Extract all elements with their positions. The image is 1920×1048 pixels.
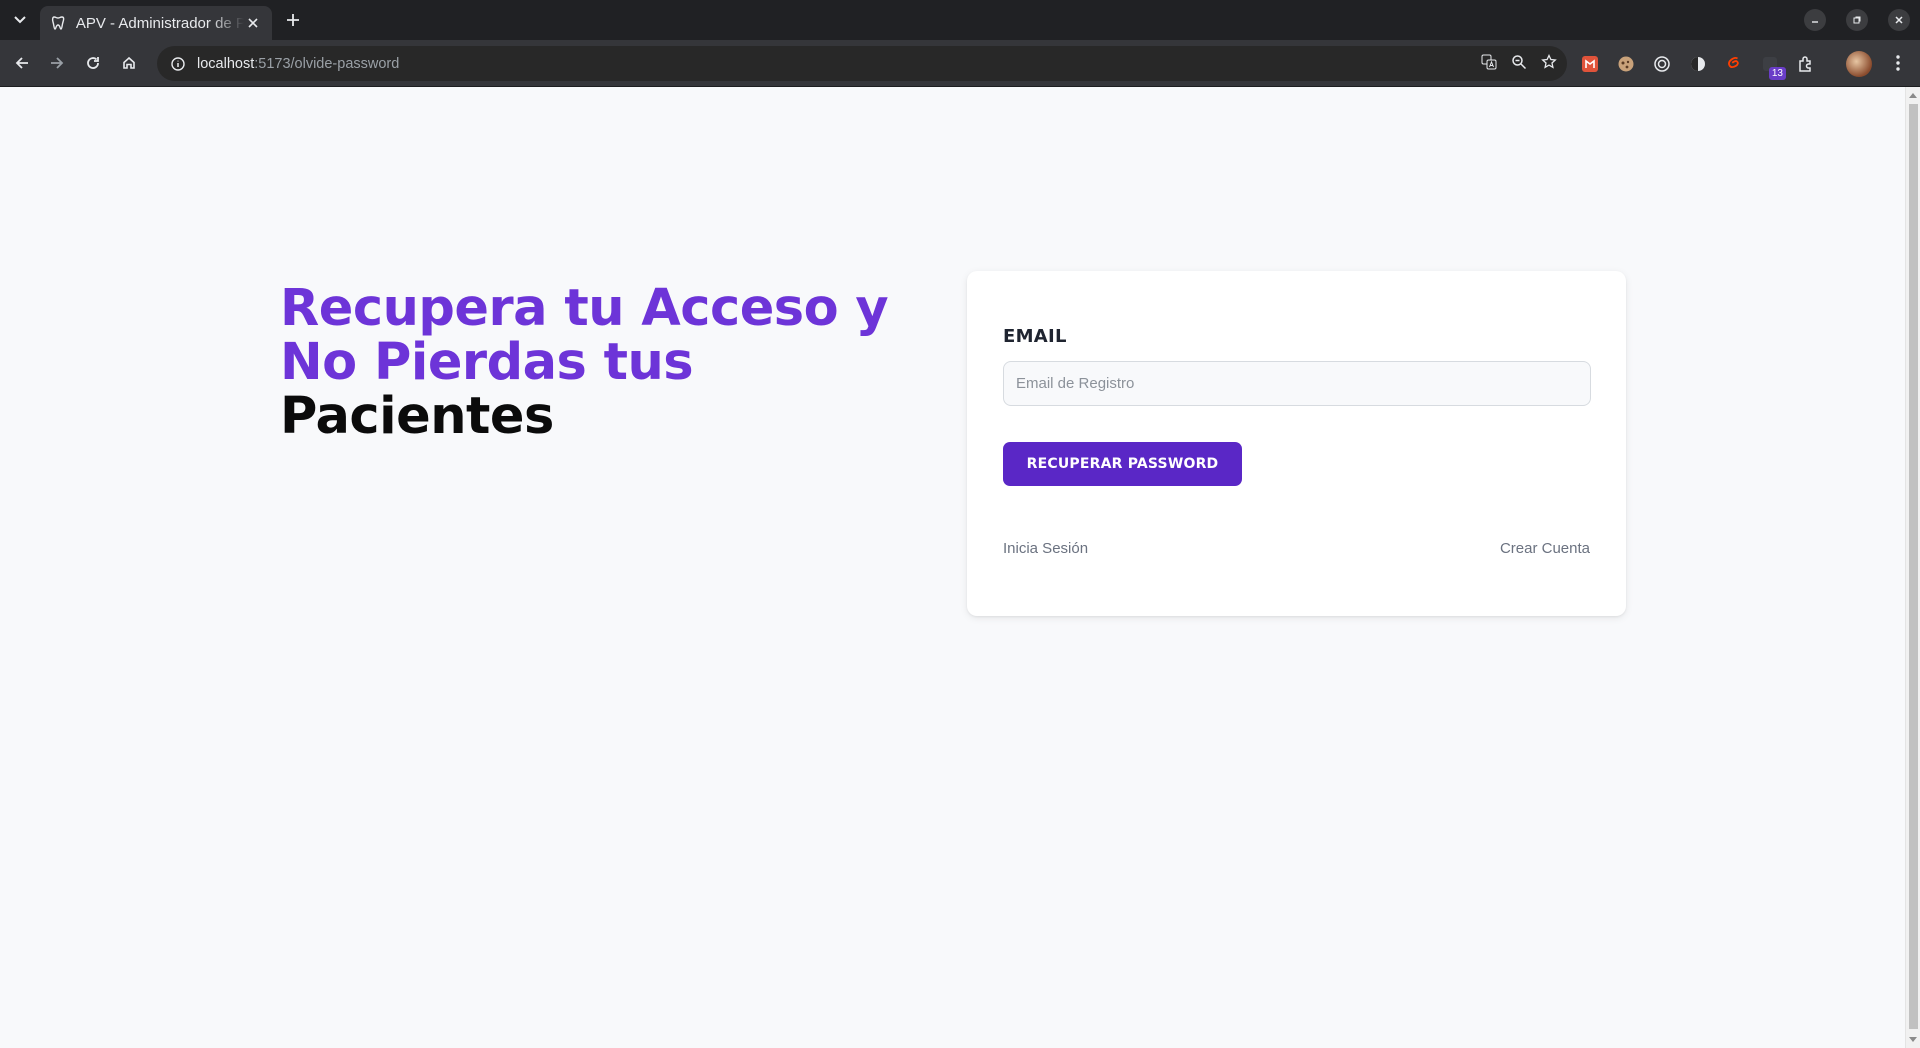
- recover-password-button[interactable]: RECUPERAR PASSWORD: [1003, 442, 1242, 486]
- back-arrow-icon[interactable]: [10, 51, 34, 75]
- minimize-icon[interactable]: [1804, 9, 1826, 31]
- close-window-icon[interactable]: [1888, 9, 1910, 31]
- extension-cookie-icon[interactable]: [1614, 52, 1638, 76]
- tab-search-chevron-icon[interactable]: [8, 8, 32, 32]
- tab-title: APV - Administrador de Pacientes: [75, 14, 245, 32]
- page-scrollbar[interactable]: [1905, 87, 1920, 1048]
- tooth-favicon-icon: [50, 15, 66, 31]
- browser-menu-icon[interactable]: [1886, 51, 1910, 75]
- browser-tabstrip: APV - Administrador de Pacientes: [0, 0, 1920, 40]
- email-input[interactable]: [1003, 361, 1591, 406]
- register-link[interactable]: Crear Cuenta: [1500, 540, 1590, 557]
- url-host: localhost: [197, 55, 255, 72]
- extension-badge-count: 13: [1768, 67, 1786, 80]
- browser-toolbar: localhost:5173/olvide-password 13: [0, 40, 1920, 87]
- browser-tab-active[interactable]: APV - Administrador de Pacientes: [40, 6, 272, 40]
- home-icon[interactable]: [117, 51, 141, 75]
- page-viewport: Recupera tu Acceso y No Pierdas tus Paci…: [0, 87, 1905, 1048]
- extension-red-icon[interactable]: [1578, 52, 1602, 76]
- reload-icon[interactable]: [81, 51, 105, 75]
- extensions-bar: 13: [1578, 51, 1818, 80]
- forward-arrow-icon[interactable]: [45, 51, 69, 75]
- address-bar-actions: [1481, 46, 1567, 81]
- hero-title-dark: Pacientes: [280, 387, 554, 446]
- bookmark-star-icon[interactable]: [1541, 53, 1557, 74]
- new-tab-plus-icon[interactable]: [281, 8, 305, 32]
- zoom-icon[interactable]: [1511, 54, 1527, 74]
- site-info-icon[interactable]: [169, 55, 187, 73]
- scroll-down-arrow-icon[interactable]: [1909, 1037, 1917, 1042]
- recover-password-form: EMAIL RECUPERAR PASSWORD Inicia Sesión C…: [967, 271, 1626, 616]
- hero-title: Recupera tu Acceso y No Pierdas tus Paci…: [280, 282, 960, 444]
- window-controls: [1792, 0, 1920, 40]
- scroll-thumb[interactable]: [1909, 104, 1918, 1029]
- extension-svelte-icon[interactable]: [1722, 52, 1746, 76]
- extensions-puzzle-icon[interactable]: [1794, 52, 1818, 76]
- hero-title-accent: Recupera tu Acceso y No Pierdas tus: [280, 279, 889, 392]
- restore-icon[interactable]: [1846, 9, 1868, 31]
- extension-dark-mode-icon[interactable]: [1686, 52, 1710, 76]
- login-link[interactable]: Inicia Sesión: [1003, 540, 1088, 557]
- url-text: localhost:5173/olvide-password: [197, 56, 399, 72]
- translate-icon[interactable]: [1481, 54, 1497, 74]
- email-label: EMAIL: [1003, 326, 1067, 347]
- profile-avatar[interactable]: [1846, 51, 1872, 77]
- scroll-up-arrow-icon[interactable]: [1909, 93, 1917, 98]
- address-bar[interactable]: localhost:5173/olvide-password: [157, 46, 1567, 81]
- url-path: :5173/olvide-password: [254, 55, 400, 72]
- extension-badge-icon[interactable]: 13: [1758, 52, 1786, 80]
- extension-target-icon[interactable]: [1650, 52, 1674, 76]
- tab-close-icon[interactable]: [244, 14, 262, 32]
